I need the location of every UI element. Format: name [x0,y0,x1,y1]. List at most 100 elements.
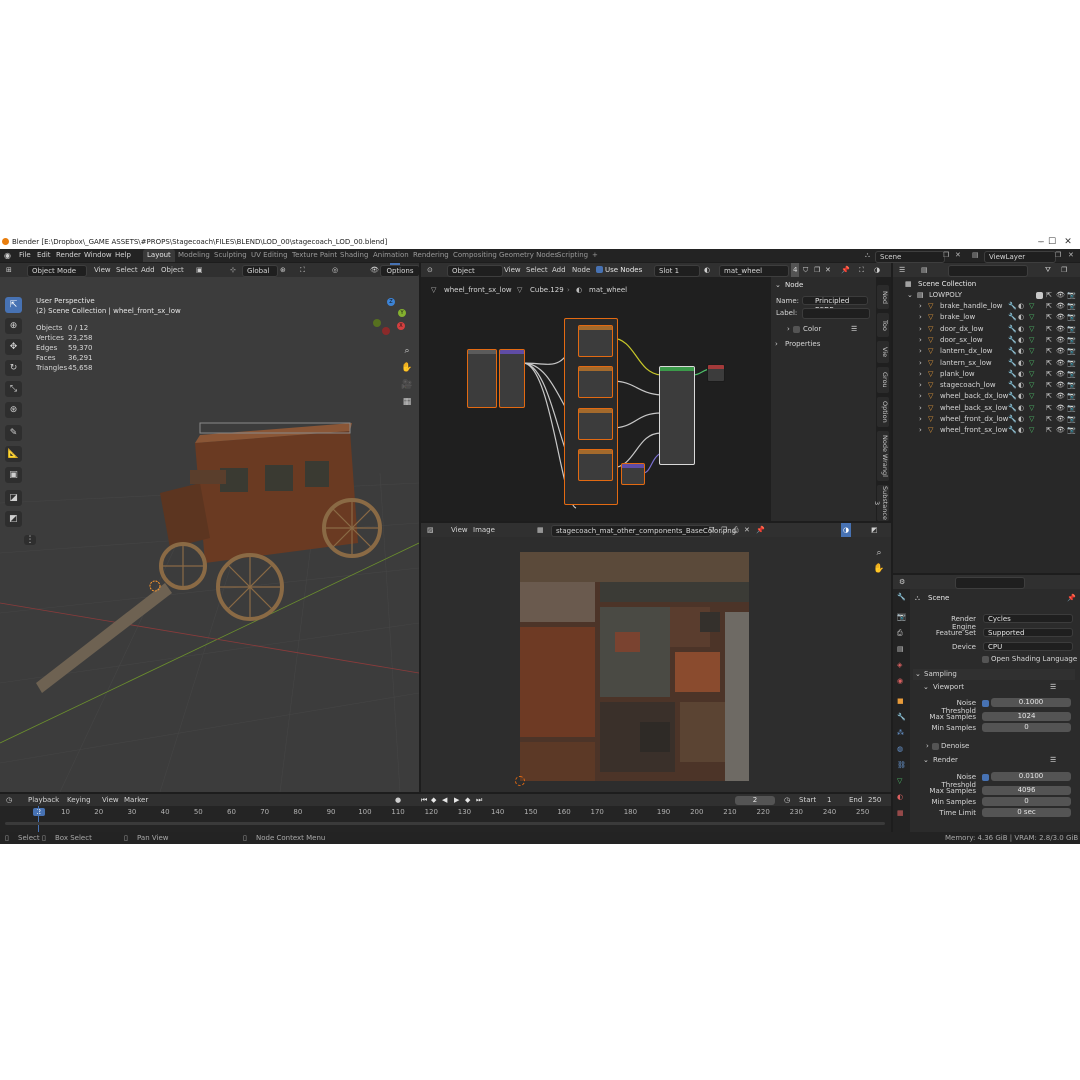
record-icon[interactable]: ● [395,794,401,806]
sampling-chevron-icon[interactable]: ⌄ [915,670,921,678]
tool-tab-icon[interactable]: 🔧 [897,593,906,601]
expand-chevron-icon[interactable]: › [919,358,922,369]
image-editor[interactable]: ▨ View Image ▦ stagecoach_mat_other_comp… [421,523,891,792]
fake-user-icon[interactable]: ⛉ [709,523,714,537]
add-cube-tool-button[interactable]: ▣ [5,467,22,483]
select-arrow-icon[interactable]: ⇱ [1046,391,1052,402]
render-camera-icon[interactable]: 📷 [1067,312,1076,323]
snap-icon[interactable]: ⛶ [859,263,864,277]
material-tab-icon[interactable]: ◐ [897,793,903,801]
render-camera-icon[interactable]: 📷 [1067,324,1076,335]
tab-compositing[interactable]: Compositing [453,249,497,262]
move-tool-button[interactable]: ✥ [5,339,22,355]
overlay-icon[interactable]: ◑ [841,523,852,537]
timeline[interactable]: ◷ Playback Keying View Marker ● ⏮ ◆ ◀ ▶ … [0,794,891,832]
sampling-panel-header[interactable]: ⌄ Sampling [913,669,1075,680]
tree-row-root[interactable]: ▦ Scene Collection [893,279,1080,290]
menu-window[interactable]: Window [84,249,112,262]
texcoord-node[interactable] [467,349,497,408]
render-camera-icon[interactable]: 📷 [1067,301,1076,312]
2d-cursor-icon[interactable] [515,776,525,786]
node-name-field[interactable]: Principled BSDF [802,296,868,314]
scale-tool-button[interactable]: ⤡ [5,381,22,397]
vtab-substance[interactable]: Substance 3 [873,485,889,521]
visibility-eye-icon[interactable]: 👁 [1056,335,1065,346]
render-camera-icon[interactable]: 📷 [1067,335,1076,346]
toolbar-toggle-icon[interactable]: ⋮ [24,535,36,545]
timeline-ruler[interactable]: 2 10 20 30 40 50 60 70 80 90 100 110 120 130 140 150 160… [0,808,891,818]
denoise-chevron-icon[interactable]: › [926,742,929,750]
visibility-eye-icon[interactable]: 👁 [1056,414,1065,425]
visibility-eye-icon[interactable]: 👁 [1056,301,1065,312]
start-value[interactable]: 1 [827,794,831,806]
tab-layout[interactable]: Layout [143,249,175,262]
render-camera-icon[interactable]: 📷 [1067,358,1076,369]
render-subpanel-label[interactable]: Render [933,756,958,764]
select-arrow-icon[interactable]: ⇱ [1046,403,1052,414]
vtab-node-wrangler[interactable]: Node Wrangl [877,431,889,481]
image-texture-node[interactable] [578,325,613,357]
menu-view[interactable]: View [102,794,119,806]
render-camera-icon[interactable]: 📷 [1067,414,1076,425]
visibility-eye-icon[interactable]: 👁 [1056,425,1065,436]
expand-chevron-icon[interactable]: › [919,312,922,323]
render-chevron-icon[interactable]: ⌄ [923,756,929,764]
vp-max-field[interactable]: 1024 [982,712,1071,721]
timeline-scrollbar[interactable] [5,822,885,825]
expand-chevron-icon[interactable]: › [919,301,922,312]
gizmo-z-axis[interactable]: Z [387,298,395,306]
pan-hand-icon[interactable]: ✋ [873,563,885,575]
physics-tab-icon[interactable]: ◍ [897,745,903,753]
select-arrow-icon[interactable]: ⇱ [1046,369,1052,380]
render-camera-icon[interactable]: 📷 [1067,403,1076,414]
tab-rendering[interactable]: Rendering [413,249,449,262]
outliner-item[interactable]: › ▽ door_dx_low 🔧 ◐ ▽ ⇱ 👁 📷 [893,324,1080,335]
normal-map-node[interactable] [621,463,645,485]
viewlayer-selector[interactable]: ViewLayer [984,251,1056,263]
gizmo-neg-x[interactable] [382,327,390,335]
node-label-field[interactable] [802,308,870,319]
modifier-icon[interactable]: 🔧 [1008,335,1017,346]
image-texture-node[interactable] [578,408,613,440]
image-texture-node[interactable] [578,366,613,398]
denoise-checkbox[interactable] [932,743,939,750]
outliner-item[interactable]: › ▽ lantern_dx_low 🔧 ◐ ▽ ⇱ 👁 📷 [893,346,1080,357]
menu-keying[interactable]: Keying [67,794,91,806]
vtab-view[interactable]: Vie [877,341,889,363]
outliner-item[interactable]: › ▽ brake_low 🔧 ◐ ▽ ⇱ 👁 📷 [893,312,1080,323]
display-channels-icon[interactable]: ◩ [871,523,878,537]
new-collection-icon[interactable]: ❐ [1061,263,1067,277]
principled-bsdf-node[interactable] [659,366,695,465]
texture-tab-icon[interactable]: ▦ [897,809,904,817]
next-keyframe-icon[interactable]: ◆ [465,794,470,806]
duplicate-icon[interactable]: ❐ [721,523,727,537]
modifier-icon[interactable]: 🔧 [1008,346,1017,357]
select-arrow-icon[interactable]: ⇱ [1046,358,1052,369]
preview-range-icon[interactable]: ◷ [784,794,790,806]
properties-chevron-icon[interactable]: › [775,340,778,348]
list-icon[interactable]: ☰ [851,325,857,333]
outliner-item[interactable]: › ▽ lantern_sx_low 🔧 ◐ ▽ ⇱ 👁 📷 [893,358,1080,369]
end-value[interactable]: 250 [868,794,881,806]
expand-chevron-icon[interactable]: › [919,391,922,402]
visibility-eye-icon[interactable]: 👁 [1056,391,1065,402]
editor-type-icon[interactable]: ⚙ [899,575,905,589]
select-arrow-icon[interactable]: ⇱ [1046,414,1052,425]
new-image-icon[interactable]: ⎙ [733,523,739,537]
render-engine-dropdown[interactable]: Cycles [983,614,1073,623]
modifier-tab-icon[interactable]: 🔧 [897,713,906,721]
visibility-eye-icon[interactable]: 👁 [1056,358,1065,369]
render-camera-icon[interactable]: 📷 [1067,380,1076,391]
world-tab-icon[interactable]: ◉ [897,677,903,685]
color-checkbox[interactable] [793,326,800,333]
rotate-tool-button[interactable]: ↻ [5,360,22,376]
filter-icon[interactable]: ⛛ [1045,263,1051,277]
gizmo-y-axis[interactable]: Y [398,309,406,317]
expand-chevron-icon[interactable]: ⌄ [907,290,913,301]
color-chevron-icon[interactable]: › [787,325,790,333]
image-selector[interactable]: stagecoach_mat_other_components_BaseColo… [551,525,736,537]
render-camera-icon[interactable]: 📷 [1067,369,1076,380]
visibility-eye-icon[interactable]: 👁 [1056,312,1065,323]
expand-chevron-icon[interactable]: › [919,369,922,380]
current-frame-field[interactable]: 2 [735,796,775,805]
